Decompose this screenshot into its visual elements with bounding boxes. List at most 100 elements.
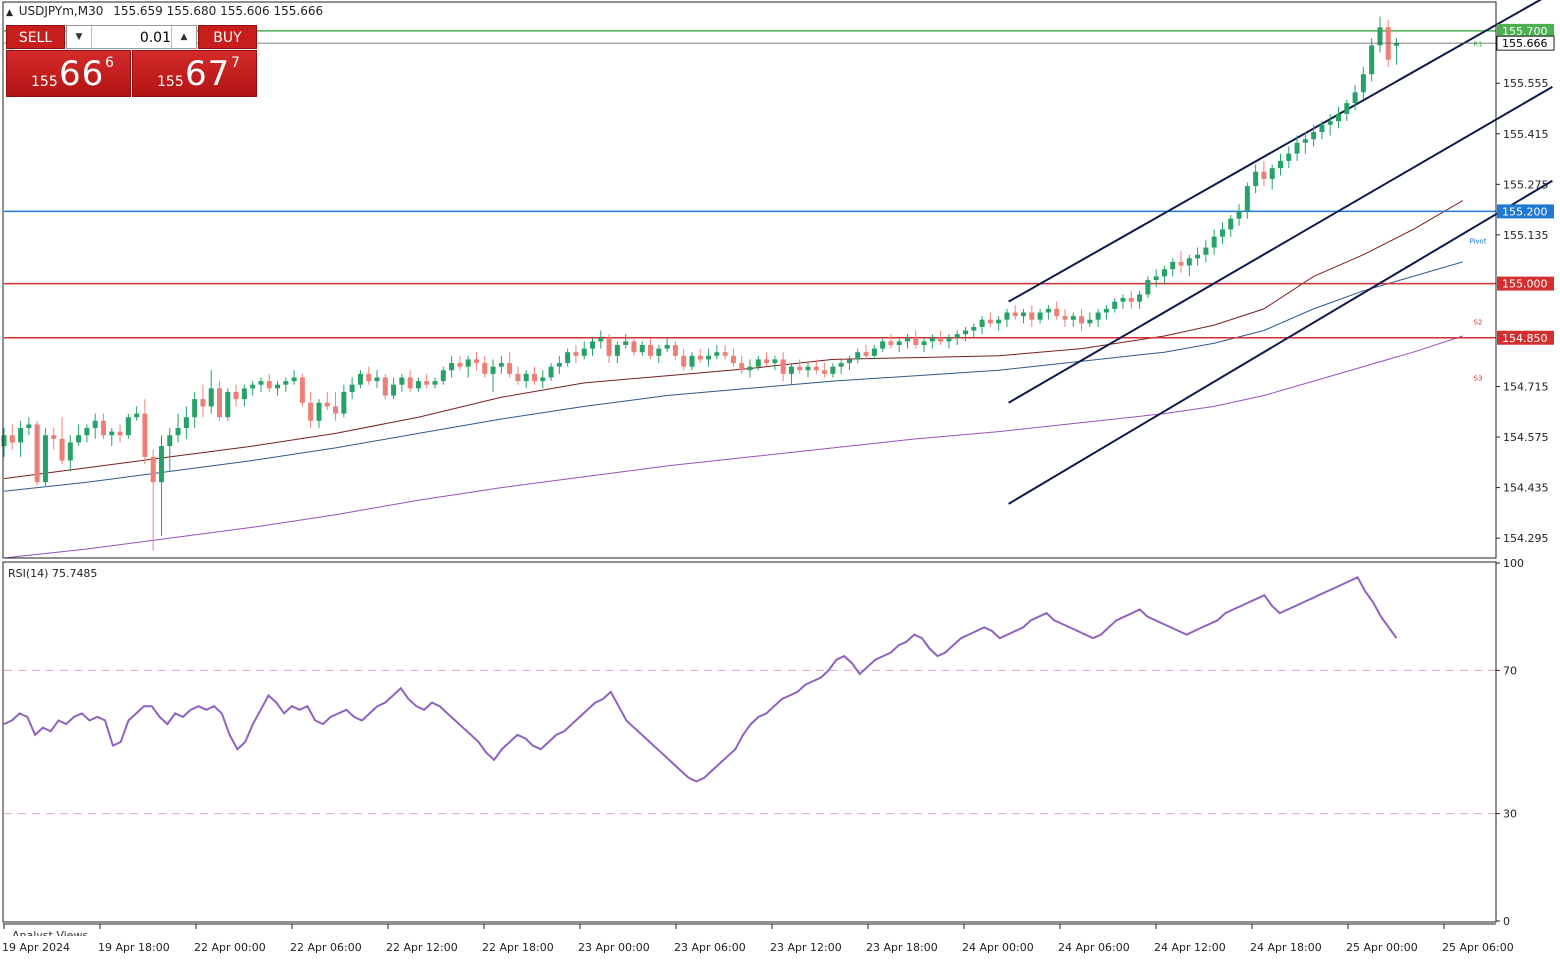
candle-body bbox=[913, 337, 919, 345]
chart-header: ▲ USDJPYm,M30 155.659 155.680 155.606 15… bbox=[6, 4, 323, 18]
candle-body bbox=[904, 337, 910, 342]
candle-body bbox=[797, 366, 803, 371]
candle-body bbox=[391, 384, 397, 396]
candle-body bbox=[225, 391, 231, 418]
one-click-trading-panel: SELL ▼ ▲ BUY 155 66 6 155 67 7 bbox=[6, 25, 257, 97]
candle-body bbox=[1302, 139, 1308, 143]
candle-body bbox=[399, 377, 405, 385]
lot-size-stepper[interactable]: ▼ ▲ bbox=[66, 25, 197, 49]
candle-body bbox=[1153, 276, 1159, 280]
candle-body bbox=[1095, 312, 1101, 320]
rsi-tick-label: 0 bbox=[1503, 915, 1510, 928]
candle-body bbox=[100, 420, 106, 436]
candle-body bbox=[1344, 103, 1350, 114]
sell-price-prefix: 155 bbox=[31, 74, 58, 90]
pivot-label-s2: S2 bbox=[1474, 319, 1483, 327]
time-tick-label: 23 Apr 12:00 bbox=[770, 941, 842, 954]
candle-body bbox=[631, 341, 637, 353]
level-price-label: 155.200 bbox=[1502, 205, 1548, 218]
collapse-arrow-icon[interactable]: ▲ bbox=[6, 8, 13, 18]
candle-body bbox=[291, 377, 297, 382]
candle-body bbox=[565, 352, 571, 364]
candle-body bbox=[556, 363, 562, 367]
candle-body bbox=[706, 355, 712, 360]
candle-body bbox=[1054, 308, 1060, 317]
candle-body bbox=[316, 402, 322, 421]
candle-body bbox=[59, 438, 65, 461]
candle-body bbox=[672, 344, 678, 356]
lot-increase-icon[interactable]: ▲ bbox=[171, 26, 196, 48]
price-chart[interactable]: R1 Pivot S2 S3 RSI(14) 75.7485 155.555 155.4… bbox=[0, 0, 1560, 960]
price-tick-label: 155.275 bbox=[1503, 178, 1549, 191]
candle-body bbox=[896, 341, 902, 345]
time-tick-label: 24 Apr 12:00 bbox=[1154, 941, 1226, 954]
candle-body bbox=[614, 344, 620, 356]
candle-body bbox=[84, 428, 90, 436]
candle-body bbox=[275, 384, 281, 389]
candle bbox=[42, 428, 48, 486]
candle-body bbox=[473, 359, 479, 364]
pivot-label-s3: S3 bbox=[1474, 374, 1483, 382]
candle bbox=[299, 373, 305, 407]
candle-body bbox=[846, 359, 852, 364]
candle-body bbox=[1327, 121, 1333, 125]
candle-body bbox=[888, 341, 894, 345]
candle-body bbox=[382, 377, 388, 396]
level-price-label: 155.000 bbox=[1502, 278, 1548, 291]
candle-body bbox=[192, 399, 198, 418]
sell-price-button[interactable]: 155 66 6 bbox=[6, 50, 131, 97]
candle-body bbox=[457, 363, 463, 367]
analyst-views-tab[interactable]: Analyst Views bbox=[12, 928, 88, 936]
sell-button[interactable]: SELL bbox=[6, 25, 65, 49]
candle-body bbox=[432, 381, 438, 385]
sell-price-sup: 6 bbox=[105, 55, 114, 71]
candle-body bbox=[863, 352, 869, 356]
candle-body bbox=[1360, 74, 1366, 93]
candle-body bbox=[490, 366, 496, 374]
candle-body bbox=[283, 381, 289, 385]
time-tick-label: 22 Apr 00:00 bbox=[194, 941, 266, 954]
candle-body bbox=[1178, 261, 1184, 266]
candle-body bbox=[482, 363, 488, 374]
buy-button[interactable]: BUY bbox=[198, 25, 257, 49]
candle-body bbox=[515, 373, 521, 382]
candle-body bbox=[1, 435, 7, 447]
candle-body bbox=[1137, 294, 1143, 302]
symbol-label: USDJPYm,M30 bbox=[18, 4, 104, 18]
candle-body bbox=[1161, 269, 1167, 277]
candle-body bbox=[449, 363, 455, 371]
candle-body bbox=[747, 366, 753, 371]
price-tick-label: 155.135 bbox=[1503, 229, 1549, 242]
buy-price-button[interactable]: 155 67 7 bbox=[132, 50, 257, 97]
time-tick-label: 23 Apr 06:00 bbox=[674, 941, 746, 954]
buy-price-big: 67 bbox=[185, 54, 231, 94]
candle-body bbox=[1228, 218, 1234, 230]
candle-body bbox=[946, 337, 952, 342]
candle-body bbox=[415, 381, 421, 389]
candle-body bbox=[648, 344, 654, 356]
candle-body bbox=[1352, 92, 1358, 104]
candle-body bbox=[979, 319, 985, 327]
candle-body bbox=[134, 413, 140, 418]
candle-body bbox=[1311, 131, 1317, 140]
chart-background bbox=[0, 0, 1560, 960]
candle-body bbox=[498, 363, 504, 367]
candle-body bbox=[1253, 171, 1259, 187]
lot-size-input[interactable] bbox=[93, 28, 173, 48]
candle-body bbox=[374, 377, 380, 382]
candle-body bbox=[1261, 171, 1267, 179]
candle-body bbox=[117, 431, 123, 436]
candle-body bbox=[357, 373, 363, 385]
rsi-tick-label: 30 bbox=[1503, 808, 1517, 821]
candle bbox=[125, 413, 131, 439]
candle-body bbox=[531, 373, 537, 382]
price-tick-label: 154.575 bbox=[1503, 431, 1549, 444]
candle-body bbox=[26, 424, 32, 429]
candle-body bbox=[697, 355, 703, 360]
candle-body bbox=[1211, 236, 1217, 248]
candle-body bbox=[1120, 298, 1126, 302]
buy-price-prefix: 155 bbox=[157, 74, 184, 90]
lot-decrease-icon[interactable]: ▼ bbox=[67, 26, 92, 48]
candle-body bbox=[1070, 316, 1076, 320]
candle-body bbox=[241, 388, 247, 400]
